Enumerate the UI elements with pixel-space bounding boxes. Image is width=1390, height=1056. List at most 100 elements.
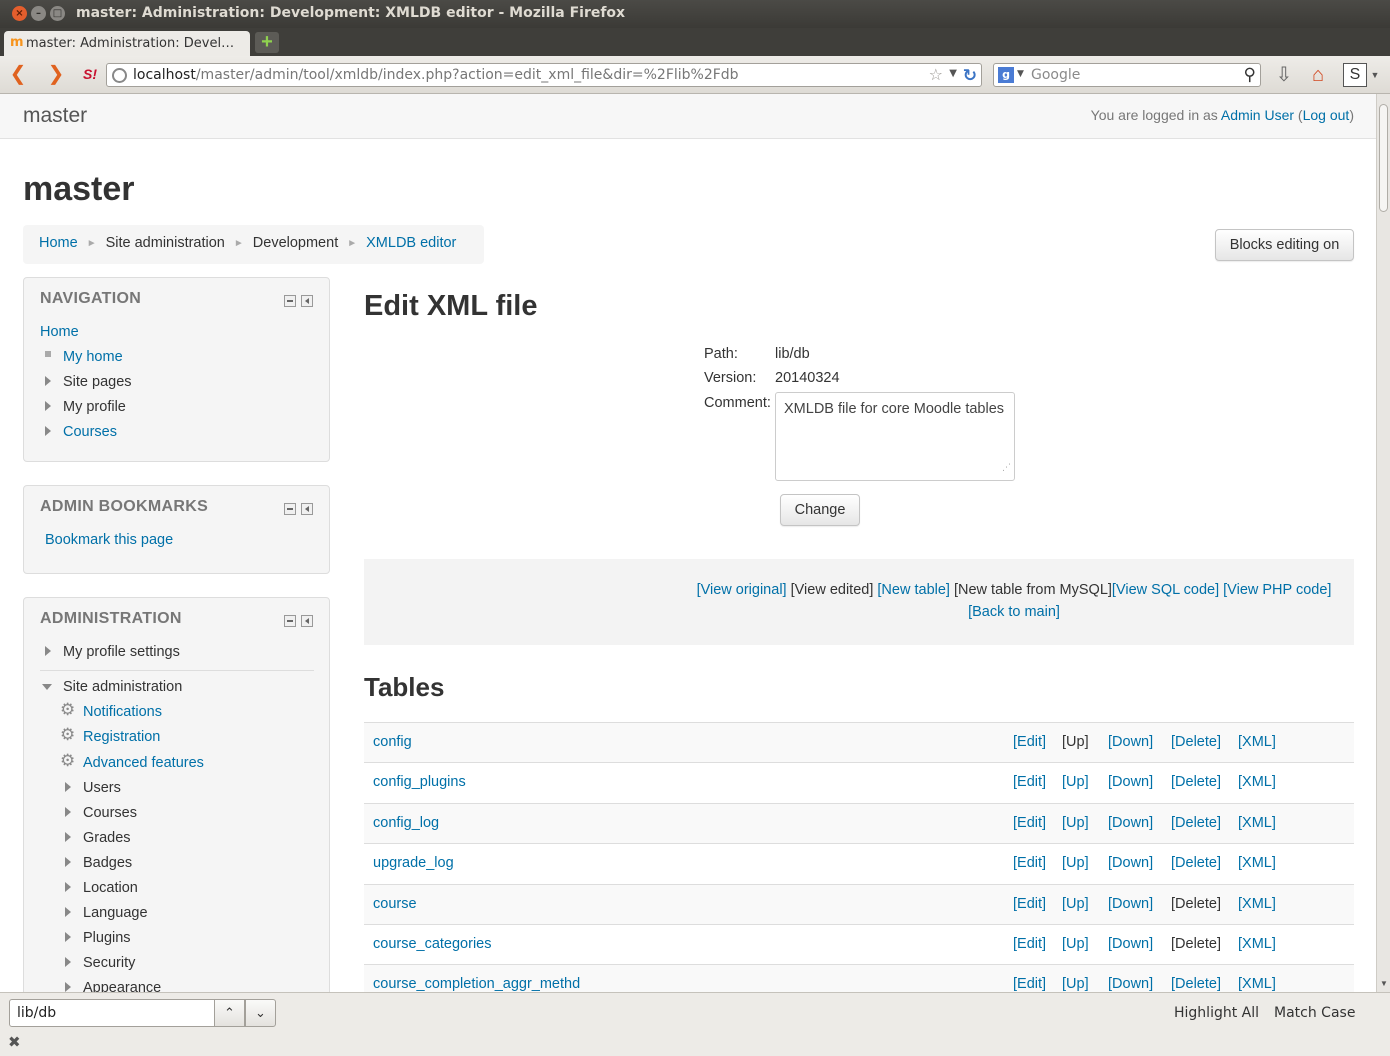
expand-arrow-icon[interactable] (65, 932, 71, 942)
addon-dropdown-icon[interactable]: ▼ (1368, 63, 1382, 87)
find-input[interactable] (9, 999, 215, 1027)
downloads-icon[interactable]: ⇩ (1272, 63, 1296, 87)
table-edit-action[interactable]: [Edit] (1013, 936, 1046, 952)
table-down-action[interactable]: [Down] (1108, 855, 1153, 871)
table-name-link[interactable]: config_log (373, 815, 439, 831)
admin-language[interactable]: Language (83, 905, 148, 921)
nav-site-pages[interactable]: Site pages (63, 374, 132, 390)
bookmark-this-page-link[interactable]: Bookmark this page (45, 532, 173, 548)
forward-icon[interactable]: ❯ (44, 62, 68, 86)
table-up-action[interactable]: [Up] (1062, 855, 1089, 871)
table-xml-action[interactable]: [XML] (1238, 936, 1276, 952)
expand-arrow-icon[interactable] (45, 401, 51, 411)
nav-my-profile[interactable]: My profile (63, 399, 126, 415)
table-name-link[interactable]: config_plugins (373, 774, 466, 790)
addon-icon[interactable]: S (1343, 63, 1367, 87)
table-delete-action[interactable]: [Delete] (1171, 774, 1221, 790)
scrollbar-thumb[interactable] (1379, 104, 1388, 212)
view-sql-code-link[interactable]: [View SQL code] (1112, 582, 1219, 598)
dock-block-icon[interactable] (301, 295, 313, 307)
expand-arrow-icon[interactable] (45, 426, 51, 436)
collapse-block-icon[interactable] (284, 615, 296, 627)
table-name-link[interactable]: config (373, 734, 412, 750)
admin-site-administration[interactable]: Site administration (63, 679, 182, 695)
admin-security[interactable]: Security (83, 955, 135, 971)
site-brand-link[interactable]: master (23, 104, 87, 128)
table-name-link[interactable]: course_completion_aggr_methd (373, 976, 580, 992)
table-up-action[interactable]: [Up] (1062, 896, 1089, 912)
table-xml-action[interactable]: [XML] (1238, 976, 1276, 992)
admin-users[interactable]: Users (83, 780, 121, 796)
admin-registration-link[interactable]: Registration (83, 729, 160, 745)
nav-my-home-link[interactable]: My home (63, 349, 123, 365)
table-up-action[interactable]: [Up] (1062, 976, 1089, 992)
collapse-arrow-icon[interactable] (42, 684, 52, 690)
table-xml-action[interactable]: [XML] (1238, 815, 1276, 831)
table-name-link[interactable]: upgrade_log (373, 855, 454, 871)
dock-block-icon[interactable] (301, 615, 313, 627)
new-table-link[interactable]: [New table] (877, 582, 950, 598)
search-icon[interactable]: ⚲ (1244, 65, 1256, 85)
expand-arrow-icon[interactable] (45, 376, 51, 386)
browser-tab-active[interactable]: m master: Administration: Devel… (4, 31, 250, 56)
admin-advanced-features-link[interactable]: Advanced features (83, 755, 204, 771)
breadcrumb-xmldb-editor[interactable]: XMLDB editor (366, 235, 456, 251)
table-edit-action[interactable]: [Edit] (1013, 815, 1046, 831)
window-maximize-icon[interactable]: □ (50, 6, 65, 21)
logout-link[interactable]: Log out (1303, 107, 1350, 123)
table-delete-action[interactable]: [Delete] (1171, 855, 1221, 871)
collapse-block-icon[interactable] (284, 295, 296, 307)
admin-courses[interactable]: Courses (83, 805, 137, 821)
find-previous-button[interactable]: ⌃ (214, 999, 245, 1027)
table-delete-action[interactable]: [Delete] (1171, 976, 1221, 992)
table-up-action[interactable]: [Up] (1062, 774, 1089, 790)
table-edit-action[interactable]: [Edit] (1013, 774, 1046, 790)
admin-grades[interactable]: Grades (83, 830, 131, 846)
collapse-block-icon[interactable] (284, 503, 296, 515)
expand-arrow-icon[interactable] (65, 857, 71, 867)
search-engine-dropdown-icon[interactable]: ▼ (1017, 69, 1024, 79)
find-bar-close-icon[interactable]: ✖ (8, 1033, 21, 1051)
table-edit-action[interactable]: [Edit] (1013, 896, 1046, 912)
table-down-action[interactable]: [Down] (1108, 896, 1153, 912)
expand-arrow-icon[interactable] (65, 907, 71, 917)
back-icon[interactable]: ❮ (6, 62, 30, 86)
table-down-action[interactable]: [Down] (1108, 976, 1153, 992)
resize-grip-icon[interactable]: ⋰ (1002, 456, 1011, 478)
url-dropdown-icon[interactable]: ▼ (949, 68, 957, 79)
expand-arrow-icon[interactable] (65, 832, 71, 842)
reload-icon[interactable]: ↻ (963, 66, 977, 86)
table-xml-action[interactable]: [XML] (1238, 855, 1276, 871)
table-edit-action[interactable]: [Edit] (1013, 734, 1046, 750)
breadcrumb-home[interactable]: Home (39, 235, 78, 251)
window-close-icon[interactable]: × (12, 6, 27, 21)
find-next-button[interactable]: ⌄ (245, 999, 276, 1027)
table-xml-action[interactable]: [XML] (1238, 896, 1276, 912)
nav-home-link[interactable]: Home (40, 324, 79, 340)
highlight-all-toggle[interactable]: Highlight All (1174, 1005, 1259, 1021)
expand-arrow-icon[interactable] (65, 782, 71, 792)
new-tab-plus-icon[interactable]: + (255, 32, 279, 53)
admin-badges[interactable]: Badges (83, 855, 132, 871)
search-bar[interactable]: g ▼ Google ⚲ (993, 63, 1261, 87)
window-minimize-icon[interactable]: – (31, 6, 46, 21)
table-name-link[interactable]: course (373, 896, 417, 912)
scroll-down-arrow-icon[interactable]: ▼ (1380, 979, 1388, 988)
admin-location[interactable]: Location (83, 880, 138, 896)
table-name-link[interactable]: course_categories (373, 936, 492, 952)
table-delete-action[interactable]: [Delete] (1171, 815, 1221, 831)
view-php-code-link[interactable]: [View PHP code] (1223, 582, 1331, 598)
bookmark-star-icon[interactable]: ☆ (929, 65, 943, 84)
back-to-main-link[interactable]: [Back to main] (968, 604, 1060, 620)
url-bar[interactable]: localhost/master/admin/tool/xmldb/index.… (106, 63, 982, 87)
admin-notifications-link[interactable]: Notifications (83, 704, 162, 720)
table-edit-action[interactable]: [Edit] (1013, 976, 1046, 992)
table-down-action[interactable]: [Down] (1108, 815, 1153, 831)
page-scrollbar[interactable]: ▼ (1376, 94, 1390, 992)
table-edit-action[interactable]: [Edit] (1013, 855, 1046, 871)
user-profile-link[interactable]: Admin User (1221, 107, 1294, 123)
expand-arrow-icon[interactable] (65, 882, 71, 892)
admin-plugins[interactable]: Plugins (83, 930, 131, 946)
table-xml-action[interactable]: [XML] (1238, 734, 1276, 750)
comment-textarea[interactable]: XMLDB file for core Moodle tables ⋰ (775, 392, 1015, 481)
